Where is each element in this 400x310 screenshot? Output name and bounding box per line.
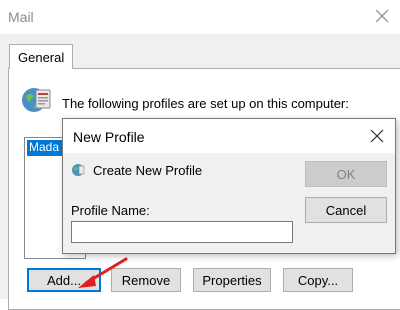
profile-name-label: Profile Name: — [71, 203, 150, 218]
window-title: Mail — [8, 9, 34, 25]
dialog-title: New Profile — [73, 129, 145, 145]
ok-button[interactable]: OK — [305, 161, 387, 187]
title-bar: Mail — [0, 0, 400, 34]
tab-general[interactable]: General — [9, 44, 73, 69]
close-icon[interactable] — [372, 6, 392, 26]
cancel-button[interactable]: Cancel — [305, 197, 387, 223]
copy-button[interactable]: Copy... — [283, 268, 353, 292]
mail-globe-icon — [72, 164, 85, 176]
dialog-subtitle: Create New Profile — [93, 163, 203, 178]
profiles-description: The following profiles are set up on thi… — [62, 96, 349, 111]
properties-button[interactable]: Properties — [193, 268, 271, 292]
dialog-title-bar: New Profile — [63, 119, 395, 153]
tab-general-label: General — [18, 50, 65, 65]
close-icon[interactable] — [369, 128, 385, 144]
new-profile-dialog: New Profile Create New Profile OK Cancel… — [62, 118, 396, 254]
arrow-icon — [78, 257, 128, 288]
profile-name-input[interactable] — [71, 221, 293, 243]
mail-globe-icon — [22, 88, 51, 112]
